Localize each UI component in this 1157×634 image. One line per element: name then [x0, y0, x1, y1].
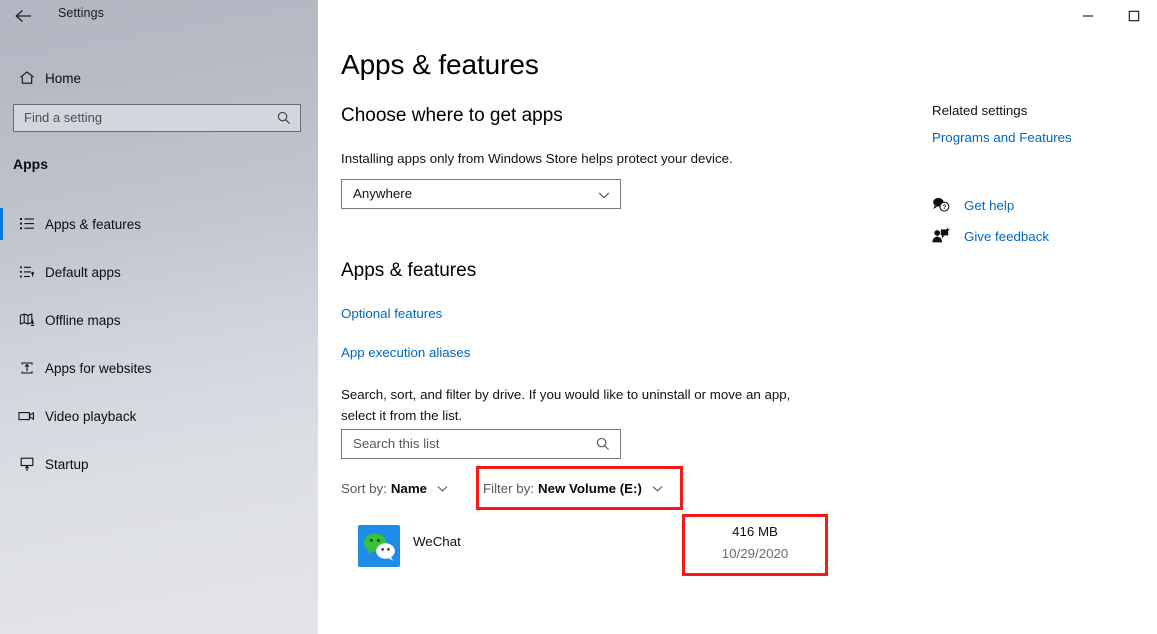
list-description: Search, sort, and filter by drive. If yo… — [341, 387, 791, 423]
search-icon — [276, 110, 292, 126]
sidebar-category-label: Apps — [13, 156, 48, 172]
search-icon — [595, 436, 611, 452]
sidebar-item-default-apps[interactable]: Default apps — [0, 252, 318, 292]
give-feedback-link[interactable]: Give feedback — [930, 225, 1049, 247]
sidebar-item-label: Default apps — [45, 264, 121, 280]
install-description: Installing apps only from Windows Store … — [341, 151, 733, 166]
chevron-down-icon — [436, 482, 449, 495]
app-name: WeChat — [413, 534, 461, 549]
find-a-setting-input[interactable]: Find a setting — [13, 104, 301, 132]
app-source-value: Anywhere — [353, 186, 413, 201]
sidebar-item-apps-features[interactable]: Apps & features — [0, 204, 318, 244]
app-install-date: 10/29/2020 — [721, 546, 789, 561]
chevron-down-icon — [597, 188, 611, 207]
programs-and-features-link[interactable]: Programs and Features — [932, 130, 1072, 145]
app-source-dropdown[interactable]: Anywhere — [341, 179, 621, 209]
sidebar-item-label: Offline maps — [45, 312, 121, 328]
box-arrow-up-icon — [16, 357, 38, 379]
sidebar-item-home[interactable]: Home — [0, 58, 318, 98]
get-help-link[interactable]: ? Get help — [930, 194, 1014, 216]
main-content-pane: Apps & features Choose where to get apps… — [318, 0, 1157, 634]
chevron-down-icon — [651, 482, 664, 495]
sidebar-item-label: Video playback — [45, 408, 137, 424]
monitor-arrow-up-icon — [16, 453, 38, 475]
default-apps-icon — [16, 261, 38, 283]
feedback-person-icon — [930, 225, 952, 247]
sidebar-item-offline-maps[interactable]: Offline maps — [0, 300, 318, 340]
video-camera-icon — [16, 405, 38, 427]
get-help-label: Get help — [964, 197, 1015, 213]
choose-where-heading: Choose where to get apps — [341, 105, 563, 126]
window-title: Settings — [58, 6, 104, 20]
sidebar-item-label: Startup — [45, 456, 89, 472]
titlebar-left-region: Settings — [0, 0, 318, 32]
back-arrow-icon[interactable] — [13, 5, 35, 27]
sidebar-item-apps-for-websites[interactable]: Apps for websites — [0, 348, 318, 388]
search-this-list-input[interactable]: Search this list — [341, 429, 621, 459]
window-controls — [1065, 0, 1157, 32]
app-execution-aliases-link[interactable]: App execution aliases — [341, 345, 470, 360]
filter-by-value: New Volume (E:) — [537, 481, 642, 496]
optional-features-link[interactable]: Optional features — [341, 306, 442, 321]
sidebar-item-label: Apps & features — [45, 216, 142, 232]
list-icon — [16, 213, 38, 235]
map-download-icon — [16, 309, 38, 331]
filter-by-dropdown[interactable]: Filter by: New Volume (E:) — [483, 481, 664, 496]
app-size: 416 MB — [732, 524, 778, 539]
sidebar-item-video-playback[interactable]: Video playback — [0, 396, 318, 436]
minimize-button[interactable] — [1065, 0, 1111, 32]
give-feedback-label: Give feedback — [964, 228, 1050, 244]
selection-accent-bar — [0, 208, 3, 240]
apps-features-section-heading: Apps & features — [341, 260, 477, 281]
search-this-list-placeholder: Search this list — [353, 436, 440, 451]
sidebar-item-startup[interactable]: Startup — [0, 444, 318, 484]
sidebar-item-label-home: Home — [45, 70, 82, 86]
help-bubble-icon: ? — [930, 194, 952, 216]
sort-by-label: Sort by: — [341, 481, 387, 496]
sort-by-value: Name — [390, 481, 428, 496]
related-settings-title: Related settings — [932, 103, 1028, 118]
sidebar-item-label: Apps for websites — [45, 360, 152, 376]
page-title: Apps & features — [341, 49, 539, 80]
settings-sidebar: Settings Home Find a setting Apps Apps &… — [0, 0, 318, 634]
filter-by-label: Filter by: — [483, 481, 534, 496]
wechat-icon — [358, 525, 400, 567]
home-icon — [16, 67, 38, 89]
svg-text:?: ? — [942, 204, 946, 211]
sort-by-dropdown[interactable]: Sort by: Name — [341, 481, 449, 496]
find-a-setting-placeholder: Find a setting — [24, 110, 103, 125]
maximize-button[interactable] — [1111, 0, 1157, 32]
